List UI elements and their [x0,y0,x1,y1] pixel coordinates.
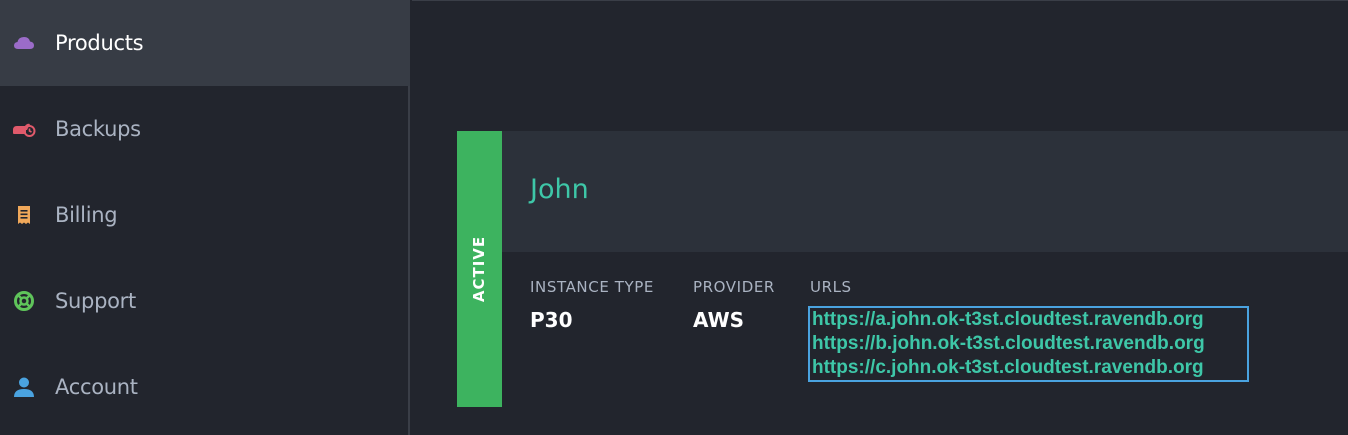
sidebar-item-label: Billing [55,203,118,227]
url-link[interactable]: https://c.john.ok-t3st.cloudtest.ravendb… [812,356,1247,380]
backup-icon [12,117,36,141]
sidebar-item-label: Products [55,31,144,55]
instance-type-property: INSTANCE TYPE P30 [530,278,654,332]
urls-list: https://a.john.ok-t3st.cloudtest.ravendb… [808,306,1249,382]
instance-type-value: P30 [530,308,573,332]
lifebuoy-icon [12,289,36,313]
status-badge: ACTIVE [457,131,502,407]
provider-value: AWS [693,308,745,332]
status-label: ACTIVE [470,235,489,303]
product-card: ACTIVE John INSTANCE TYPE P30 PROVIDER A… [457,131,1348,407]
sidebar-item-label: Account [55,375,138,399]
instance-type-label: INSTANCE TYPE [530,278,655,296]
sidebar: Products Backups Billing Support Account [0,0,410,435]
user-icon [12,375,36,399]
product-name: John [530,174,589,205]
provider-label: PROVIDER [693,278,775,296]
sidebar-item-account[interactable]: Account [0,344,410,430]
receipt-icon [12,203,36,227]
sidebar-item-products[interactable]: Products [0,0,410,86]
urls-property: URLS [810,278,852,296]
sidebar-item-label: Support [55,289,136,313]
cloud-icon [12,31,36,55]
url-link[interactable]: https://a.john.ok-t3st.cloudtest.ravendb… [812,308,1247,332]
urls-label: URLS [810,278,852,296]
sidebar-item-billing[interactable]: Billing [0,172,410,258]
sidebar-item-support[interactable]: Support [0,258,410,344]
product-card-header: John [502,131,1348,252]
sidebar-item-label: Backups [55,117,141,141]
sidebar-item-backups[interactable]: Backups [0,86,410,172]
url-link[interactable]: https://b.john.ok-t3st.cloudtest.ravendb… [812,332,1247,356]
provider-property: PROVIDER AWS [693,278,775,332]
